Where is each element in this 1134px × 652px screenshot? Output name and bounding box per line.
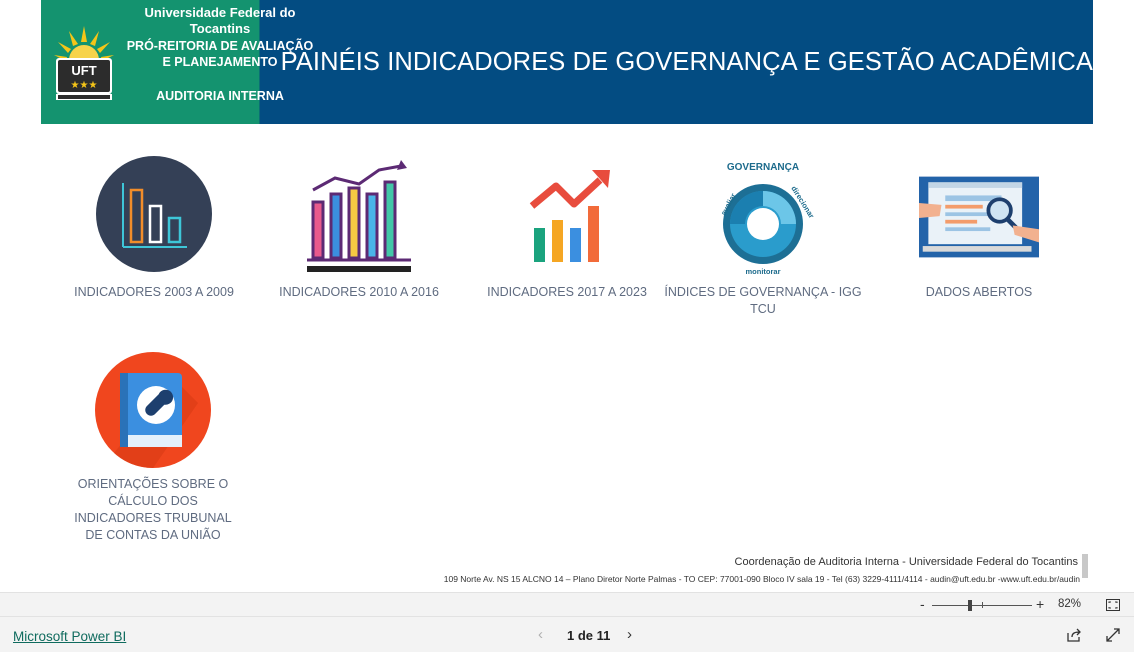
zoom-in-button[interactable]: + (1036, 596, 1044, 612)
share-icon[interactable] (1066, 628, 1082, 642)
footer-coordination: Coordenação de Auditoria Interna - Unive… (734, 556, 1078, 568)
tile-indices-governanca[interactable]: GOVERNANÇA avaliar direcionar monitorar … (664, 158, 861, 318)
fullscreen-icon[interactable] (1106, 628, 1120, 642)
fit-to-page-icon[interactable] (1106, 599, 1120, 611)
tile-indicadores-2003-2009[interactable]: INDICADORES 2003 A 2009 (74, 154, 234, 301)
tile-label: ORIENTAÇÕES SOBRE O CÁLCULO DOS INDICADO… (74, 477, 232, 542)
tile-label: ÍNDICES DE GOVERNANÇA - IGG TCU (664, 285, 862, 316)
next-page-button[interactable]: › (627, 626, 632, 643)
report-header: UFT ★★★ Universidade Federal do Tocantin… (41, 0, 1093, 124)
zoom-slider-tick (982, 602, 983, 608)
tile-indicadores-2017-2023[interactable]: INDICADORES 2017 A 2023 (487, 158, 647, 301)
open-data-magnifier-icon (919, 176, 1039, 258)
page-indicator: 1 de 11 (567, 628, 611, 643)
zoom-level: 82% (1058, 598, 1082, 610)
bar-chart-circle-icon (96, 156, 212, 272)
governance-cycle-icon: GOVERNANÇA avaliar direcionar monitorar (719, 162, 816, 274)
university-name: Universidade Federal do Tocantins (144, 5, 296, 36)
powerbi-bottom-bar: Microsoft Power BI ‹ 1 de 11 › (0, 616, 1134, 652)
zoom-out-button[interactable]: - (920, 596, 925, 612)
page-title: PAINÉIS INDICADORES DE GOVERNANÇA E GEST… (280, 47, 1093, 76)
tile-dados-abertos[interactable]: DADOS ABERTOS (919, 158, 1039, 301)
microsoft-power-bi-link[interactable]: Microsoft Power BI (13, 629, 126, 644)
svg-text:GOVERNANÇA: GOVERNANÇA (727, 162, 799, 173)
manual-wrench-icon (95, 352, 211, 469)
tile-orientacoes-calculo[interactable]: ORIENTAÇÕES SOBRE O CÁLCULO DOS INDICADO… (68, 350, 238, 544)
zoom-bar: - + 82% (0, 592, 1134, 616)
tile-label: INDICADORES 2017 A 2023 (487, 285, 647, 299)
uft-logo-icon: UFT ★★★ (54, 26, 114, 100)
footer-scrollbar[interactable] (1082, 554, 1088, 578)
institution-panel: UFT ★★★ Universidade Federal do Tocantin… (41, 0, 313, 124)
tile-label: INDICADORES 2003 A 2009 (74, 285, 234, 299)
svg-text:UFT: UFT (71, 63, 96, 78)
report-canvas: UFT ★★★ Universidade Federal do Tocantin… (0, 0, 1134, 652)
previous-page-button[interactable]: ‹ (538, 626, 543, 643)
zoom-slider-thumb[interactable] (968, 600, 972, 611)
title-panel: PAINÉIS INDICADORES DE GOVERNANÇA E GEST… (258, 0, 1093, 124)
growth-bar-chart-icon (307, 160, 411, 272)
tile-label: INDICADORES 2010 A 2016 (279, 285, 439, 299)
tile-label: DADOS ABERTOS (925, 285, 1033, 299)
proreitoria-name: PRÓ-REITORIA DE AVALIAÇÃO E PLANEJAMENTO (126, 39, 314, 69)
svg-text:monitorar: monitorar (745, 267, 780, 274)
footer-address: 109 Norte Av. NS 15 ALCNO 14 – Plano Dir… (443, 574, 1080, 584)
audit-unit-name: AUDITORIA INTERNA (156, 89, 284, 103)
trend-arrow-chart-icon (529, 170, 610, 262)
tile-indicadores-2010-2016[interactable]: INDICADORES 2010 A 2016 (279, 158, 439, 301)
svg-text:★★★: ★★★ (71, 80, 98, 91)
